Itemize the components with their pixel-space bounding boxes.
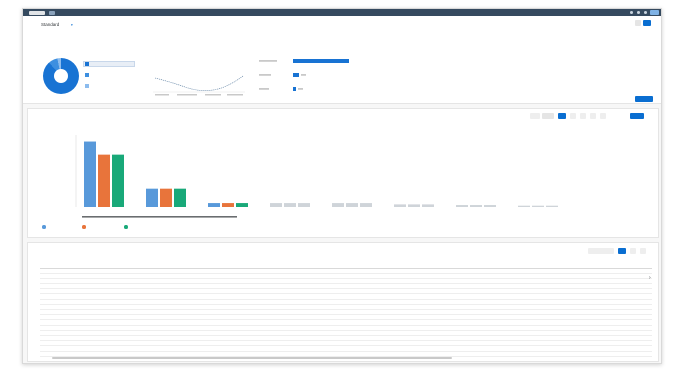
bar[interactable] — [360, 203, 372, 207]
bar[interactable] — [98, 154, 110, 207]
legend-swatch — [82, 225, 86, 229]
bar[interactable] — [484, 205, 496, 207]
bar[interactable] — [532, 205, 544, 207]
variant-title[interactable]: Standard — [41, 22, 59, 27]
legend-swatch — [85, 84, 89, 88]
bar[interactable] — [270, 203, 282, 207]
horizontal-scrollbar[interactable] — [52, 356, 452, 359]
chart-legend — [42, 225, 242, 231]
fullscreen-button[interactable] — [630, 113, 644, 119]
help-icon[interactable] — [644, 11, 647, 14]
share-icon[interactable] — [635, 20, 641, 26]
bar-label — [259, 74, 271, 76]
bar[interactable] — [174, 188, 186, 207]
bar[interactable] — [546, 205, 558, 207]
bar[interactable] — [146, 188, 158, 207]
go-button[interactable] — [635, 96, 653, 102]
table-row[interactable] — [40, 351, 652, 357]
table-panel: › — [27, 242, 659, 362]
bar[interactable] — [298, 203, 310, 207]
legend-swatch — [85, 73, 89, 77]
bar-label — [259, 60, 277, 62]
bar-value — [298, 88, 303, 90]
bar[interactable] — [112, 154, 124, 207]
table-cell[interactable] — [270, 351, 418, 357]
scroll-selection-bar[interactable] — [82, 216, 237, 218]
chevron-right-icon[interactable]: › — [649, 275, 654, 283]
table-cell — [634, 351, 652, 357]
x-tick-label — [155, 94, 169, 96]
bell-icon[interactable] — [637, 11, 640, 14]
data-table — [40, 262, 652, 357]
bar[interactable] — [222, 203, 234, 207]
legend-swatch — [124, 225, 128, 229]
table-cell[interactable] — [126, 351, 270, 357]
table-cell — [98, 351, 126, 357]
settings-icon[interactable] — [600, 113, 606, 119]
bar[interactable] — [518, 205, 530, 207]
export-icon[interactable] — [630, 248, 636, 254]
x-tick-label — [205, 94, 221, 96]
bar-label — [259, 88, 269, 90]
x-tick-label — [227, 94, 243, 96]
donut-chart[interactable] — [43, 58, 79, 94]
chart-toolbar-button[interactable] — [530, 113, 540, 119]
chart-view-toggle[interactable] — [558, 113, 566, 119]
trend-line-chart[interactable] — [151, 56, 247, 98]
bar[interactable] — [160, 188, 172, 207]
x-tick-label — [177, 94, 197, 96]
chevron-down-icon[interactable]: ▾ — [71, 23, 75, 27]
bar[interactable] — [284, 203, 296, 207]
trend-line — [154, 75, 244, 91]
header-action-button[interactable] — [643, 20, 651, 26]
zoom-in-icon[interactable] — [570, 113, 576, 119]
legend-item[interactable] — [42, 225, 47, 230]
zoom-out-icon[interactable] — [580, 113, 586, 119]
donut-legend-item[interactable] — [85, 62, 143, 67]
bar[interactable] — [456, 205, 468, 207]
fullscreen-icon[interactable] — [640, 248, 646, 254]
page-header: Standard ▾ — [23, 16, 661, 104]
legend-swatch — [42, 225, 46, 229]
bar[interactable] — [236, 203, 248, 207]
bar[interactable] — [293, 87, 296, 91]
bar-value — [301, 74, 306, 76]
donut-legend-item[interactable] — [85, 73, 143, 78]
bar[interactable] — [422, 204, 434, 207]
sap-logo — [29, 10, 45, 15]
search-icon[interactable] — [630, 11, 633, 14]
bar[interactable] — [332, 203, 344, 207]
bar-chart[interactable] — [28, 129, 660, 219]
horizontal-bar-chart[interactable] — [259, 54, 359, 102]
bar[interactable] — [408, 204, 420, 207]
legend-item[interactable] — [124, 225, 129, 230]
legend-icon[interactable] — [590, 113, 596, 119]
table-settings-button[interactable] — [618, 248, 626, 254]
avatar[interactable] — [650, 10, 659, 15]
donut-legend-item[interactable] — [85, 84, 143, 89]
donut-hole — [54, 69, 68, 83]
bar[interactable] — [208, 203, 220, 207]
chart-panel — [27, 108, 659, 238]
home-icon[interactable] — [49, 10, 55, 15]
table-cell — [418, 351, 494, 357]
shell-bar — [23, 9, 661, 16]
bar[interactable] — [394, 204, 406, 207]
bar[interactable] — [470, 205, 482, 207]
table-cell[interactable] — [48, 351, 98, 357]
shell-title[interactable] — [273, 9, 413, 16]
table-search[interactable] — [588, 248, 614, 254]
legend-swatch — [85, 62, 89, 66]
bar[interactable] — [84, 141, 96, 207]
bar[interactable] — [346, 203, 358, 207]
table-cell — [494, 351, 558, 357]
chart-toolbar-button[interactable] — [542, 113, 554, 119]
row-selector[interactable] — [40, 351, 48, 357]
table-cell — [558, 351, 634, 357]
bar[interactable] — [293, 73, 299, 77]
app-window: Standard ▾ › — [22, 8, 662, 364]
bar[interactable] — [293, 59, 349, 63]
legend-item[interactable] — [82, 225, 87, 230]
